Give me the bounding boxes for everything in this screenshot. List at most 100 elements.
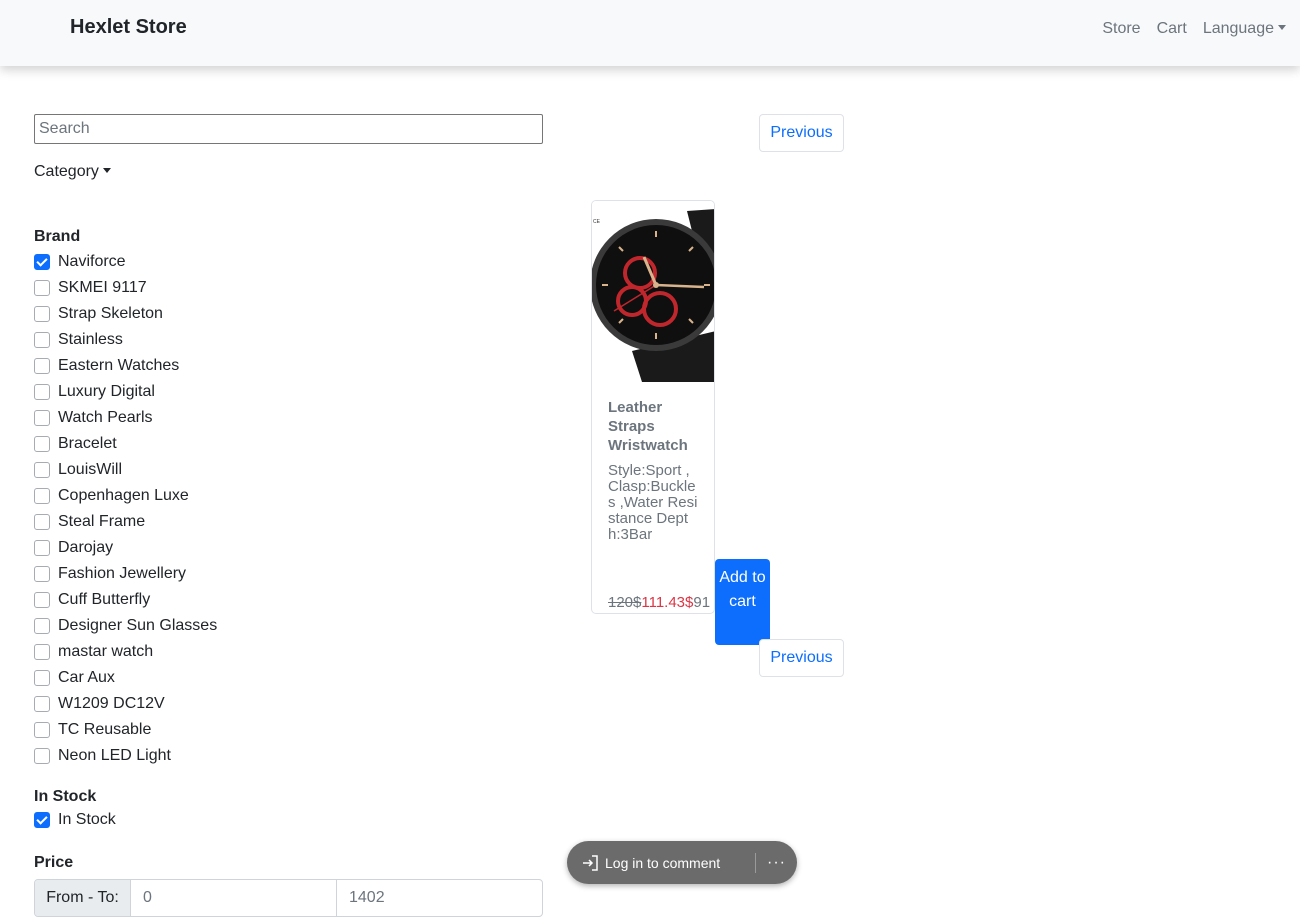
brand-checkbox[interactable] [34, 592, 50, 608]
brand-checkbox-label: SKMEI 9117 [58, 279, 147, 296]
brand-filter-item[interactable]: Luxury Digital [34, 379, 217, 405]
nav-cart-link[interactable]: Cart [1157, 20, 1187, 38]
brand-filter-item[interactable]: Car Aux [34, 665, 217, 691]
price-range-group: From - To: 0 1402 [34, 879, 543, 917]
brand-filter-item[interactable]: Copenhagen Luxe [34, 483, 217, 509]
brand-checkbox[interactable] [34, 540, 50, 556]
stock-checkbox-label: In Stock [58, 811, 116, 828]
svg-text:CE: CE [593, 219, 601, 225]
previous-page-button-bottom[interactable]: Previous [759, 639, 844, 677]
brand-filter-item[interactable]: LouisWill [34, 457, 217, 483]
brand-filter-item[interactable]: Cuff Butterfly [34, 587, 217, 613]
brand-filter-item[interactable]: Neon LED Light [34, 743, 217, 769]
brand-checkbox[interactable] [34, 306, 50, 322]
previous-page-button-top[interactable]: Previous [759, 114, 844, 152]
more-options-icon[interactable]: ··· [756, 854, 797, 872]
price-range-label: From - To: [35, 880, 131, 916]
login-icon [583, 854, 598, 871]
brand-checkbox[interactable] [34, 670, 50, 686]
brand-filter-item[interactable]: Watch Pearls [34, 405, 217, 431]
brand-filter-title: Brand [34, 228, 81, 245]
brand-checkbox[interactable] [34, 488, 50, 504]
brand-checkbox-label: Strap Skeleton [58, 305, 163, 322]
brand-filter-item[interactable]: mastar watch [34, 639, 217, 665]
product-card[interactable]: CE Leather Straps Wristwatch Style:Sport… [591, 200, 715, 614]
chevron-down-icon [1278, 25, 1286, 30]
stock-checkbox[interactable] [34, 812, 50, 828]
category-dropdown[interactable]: Category [34, 163, 111, 181]
search-input[interactable] [34, 114, 543, 144]
new-price: 111.43$ [641, 594, 694, 611]
brand-checkbox-label: Designer Sun Glasses [58, 617, 218, 634]
brand-checkbox-label: mastar watch [58, 643, 154, 660]
brand-filter-list: Naviforce SKMEI 9117 Strap Skeleton Stainle… [34, 249, 217, 769]
brand-checkbox-label: Cuff Butterfly [58, 591, 151, 608]
brand-checkbox-label: Stainless [58, 331, 123, 348]
price-filter-title: Price [34, 854, 74, 871]
price-to-input[interactable]: 1402 [337, 880, 542, 916]
brand-checkbox-label: Watch Pearls [58, 409, 153, 426]
brand-checkbox-label: TC Reusable [58, 721, 152, 738]
add-to-cart-button[interactable]: Add to cart [715, 559, 770, 645]
brand-checkbox-label: Car Aux [58, 669, 115, 686]
brand-checkbox-label: Neon LED Light [58, 747, 171, 764]
brand-filter-item[interactable]: Strap Skeleton [34, 301, 217, 327]
log-in-to-comment-button[interactable]: Log in to comment [567, 841, 755, 884]
nav-links: Store Cart Language [1102, 20, 1286, 38]
product-description: Style:Sport ,Clasp:Buckles ,Water Resist… [608, 462, 698, 543]
old-price: 120$ [608, 594, 642, 611]
nav-store-link[interactable]: Store [1102, 20, 1140, 38]
brand-checkbox[interactable] [34, 280, 50, 296]
price-overflow: 91 [693, 594, 711, 611]
language-dropdown[interactable]: Language [1203, 20, 1286, 38]
brand-filter-item[interactable]: W1209 DC12V [34, 691, 217, 717]
brand-checkbox[interactable] [34, 696, 50, 712]
brand-filter-item[interactable]: Steal Frame [34, 509, 217, 535]
brand-checkbox[interactable] [34, 410, 50, 426]
brand-checkbox-label: Steal Frame [58, 513, 146, 530]
stock-filter-title: In Stock [34, 788, 97, 805]
category-label: Category [34, 163, 99, 180]
brand-filter-item[interactable]: Eastern Watches [34, 353, 217, 379]
brand-checkbox[interactable] [34, 436, 50, 452]
brand-checkbox[interactable] [34, 462, 50, 478]
brand-checkbox[interactable] [34, 566, 50, 582]
brand-checkbox[interactable] [34, 748, 50, 764]
chevron-down-icon [102, 168, 111, 173]
product-title[interactable]: Leather Straps Wristwatch [608, 398, 708, 455]
brand-checkbox-label: Eastern Watches [58, 357, 180, 374]
product-image: CE [592, 201, 714, 382]
brand-filter-item[interactable]: Bracelet [34, 431, 217, 457]
navbar: Hexlet Store Store Cart Language [0, 0, 1300, 66]
brand-filter-item[interactable]: SKMEI 9117 [34, 275, 217, 301]
brand-checkbox-label: Darojay [58, 539, 114, 556]
log-in-label: Log in to comment [605, 854, 721, 871]
brand-checkbox-label: W1209 DC12V [58, 695, 165, 712]
brand-checkbox[interactable] [34, 722, 50, 738]
price-from-input[interactable]: 0 [131, 880, 337, 916]
brand-checkbox[interactable] [34, 358, 50, 374]
comment-widget: Log in to comment ··· [567, 841, 797, 884]
stock-filter-item[interactable]: In Stock [34, 807, 116, 833]
brand-checkbox-label: Bracelet [58, 435, 117, 452]
language-label: Language [1202, 20, 1274, 37]
brand-checkbox[interactable] [34, 254, 50, 270]
brand-checkbox-label: Naviforce [58, 253, 126, 270]
product-price: 120$111.43$91 [608, 594, 710, 611]
brand-checkbox-label: Fashion Jewellery [58, 565, 187, 582]
brand-checkbox-label: Luxury Digital [58, 383, 155, 400]
brand-checkbox[interactable] [34, 618, 50, 634]
brand-filter-item[interactable]: Stainless [34, 327, 217, 353]
brand-filter-item[interactable]: TC Reusable [34, 717, 217, 743]
brand-checkbox[interactable] [34, 332, 50, 348]
brand-checkbox[interactable] [34, 644, 50, 660]
brand-checkbox[interactable] [34, 384, 50, 400]
brand-filter-item[interactable]: Naviforce [34, 249, 217, 275]
brand-filter-item[interactable]: Designer Sun Glasses [34, 613, 217, 639]
brand-filter-item[interactable]: Darojay [34, 535, 217, 561]
brand-checkbox-label: Copenhagen Luxe [58, 487, 189, 504]
brand-checkbox[interactable] [34, 514, 50, 530]
brand-checkbox-label: LouisWill [58, 461, 123, 478]
brand-filter-item[interactable]: Fashion Jewellery [34, 561, 217, 587]
brand-logo[interactable]: Hexlet Store [70, 16, 187, 39]
